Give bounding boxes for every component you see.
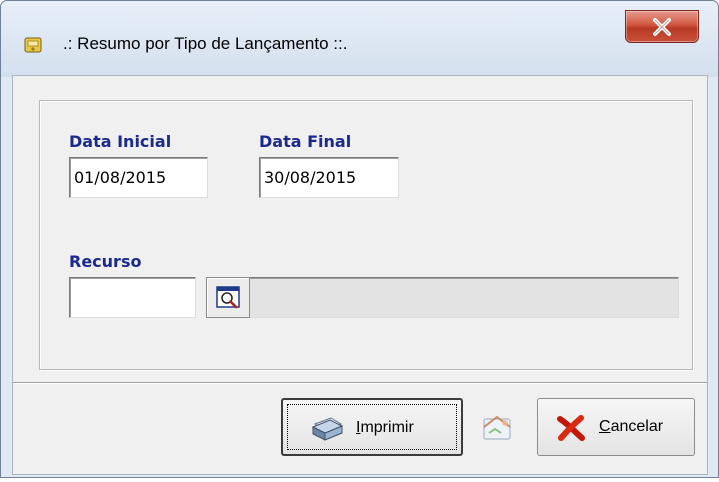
data-final-input[interactable]: 30/08/2015 bbox=[259, 157, 399, 198]
dialog-window: .: Resumo por Tipo de Lançamento ::. Dat… bbox=[0, 0, 719, 478]
title-bar[interactable]: .: Resumo por Tipo de Lançamento ::. bbox=[1, 1, 718, 77]
imprimir-button[interactable]: Imprimir bbox=[281, 398, 463, 456]
recurso-description-field bbox=[247, 277, 679, 318]
data-inicial-label: Data Inicial bbox=[69, 132, 172, 151]
app-icon bbox=[23, 35, 43, 55]
recurso-label: Recurso bbox=[69, 252, 142, 271]
export-button[interactable] bbox=[469, 398, 527, 456]
dialog-body: Data Inicial 01/08/2015 Data Final 30/08… bbox=[12, 75, 708, 475]
close-button[interactable] bbox=[625, 10, 699, 43]
cancelar-button[interactable]: Cancelar bbox=[537, 398, 695, 456]
magnifier-icon bbox=[216, 286, 240, 309]
data-inicial-input[interactable]: 01/08/2015 bbox=[69, 157, 208, 198]
data-final-label: Data Final bbox=[259, 132, 352, 151]
cancelar-label: Cancelar bbox=[599, 418, 664, 435]
printer-icon bbox=[311, 417, 344, 441]
imprimir-label: Imprimir bbox=[356, 419, 414, 436]
red-x-icon bbox=[557, 415, 585, 441]
recurso-code-input[interactable] bbox=[69, 277, 196, 318]
close-icon bbox=[653, 18, 671, 36]
recurso-lookup-button[interactable] bbox=[206, 277, 250, 318]
separator bbox=[13, 382, 707, 384]
export-icon bbox=[483, 415, 511, 440]
window-title: .: Resumo por Tipo de Lançamento ::. bbox=[63, 34, 348, 53]
